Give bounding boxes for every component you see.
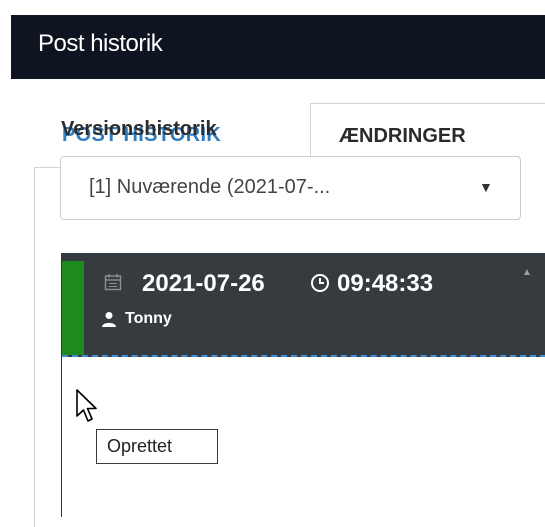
- tab-label: ÆNDRINGER: [339, 125, 466, 147]
- window-title: Post historik: [38, 30, 163, 57]
- tooltip: Oprettet: [96, 429, 218, 464]
- caret-down-icon: ▼: [479, 179, 493, 195]
- version-select-value: [1] Nuværende (2021-07-...: [89, 176, 331, 198]
- entry-date: 2021-07-26: [142, 270, 265, 297]
- entry-time: 09:48:33: [337, 270, 434, 297]
- tab-panel-border: [34, 167, 35, 527]
- status-indicator: [62, 261, 84, 355]
- scroll-up-icon[interactable]: ▲: [522, 267, 532, 278]
- clock-icon: [311, 274, 329, 292]
- history-entry[interactable]: 2021-07-26 09:48:33 Tonny ▲: [62, 253, 545, 357]
- version-select[interactable]: [1] Nuværende (2021-07-... ▼: [60, 156, 521, 220]
- user-icon: [102, 312, 116, 327]
- history-list[interactable]: 2021-07-26 09:48:33 Tonny ▲: [61, 253, 545, 517]
- mouse-cursor-icon: [76, 389, 97, 422]
- window-titlebar: Post historik: [11, 15, 545, 79]
- version-history-label: Versionshistorik: [61, 118, 217, 140]
- entry-user: Tonny: [125, 310, 172, 327]
- entry-divider: [62, 355, 545, 357]
- calendar-icon: [104, 274, 122, 291]
